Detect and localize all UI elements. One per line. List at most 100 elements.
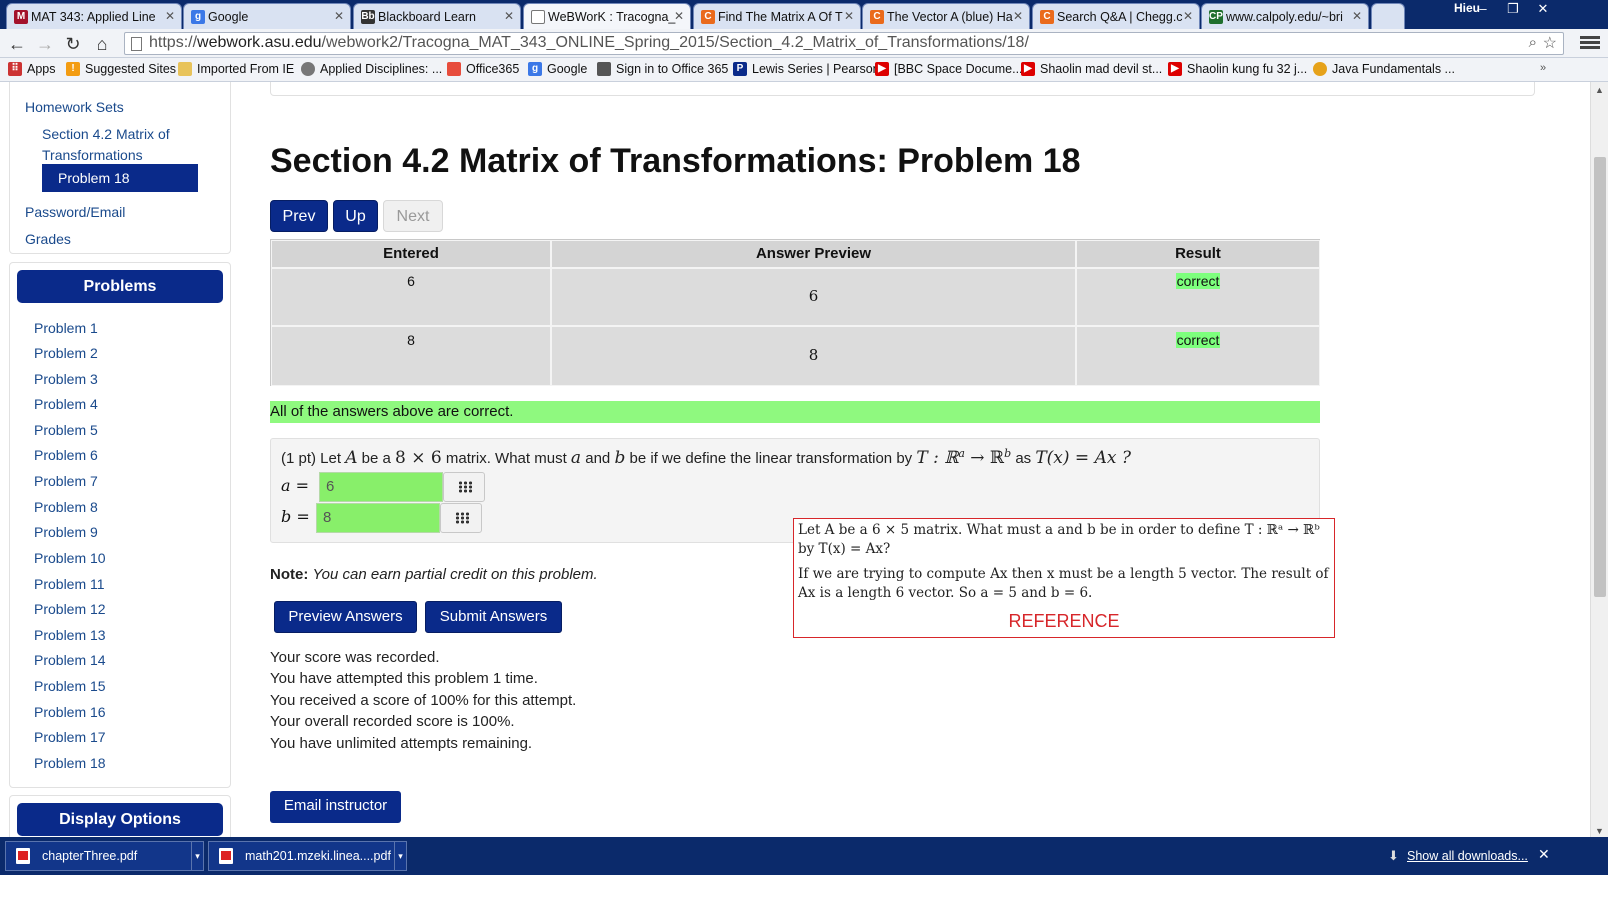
download-item[interactable]: math201.mzeki.linea....pdf ▾ bbox=[208, 841, 407, 871]
chevron-down-icon[interactable]: ▾ bbox=[191, 842, 203, 870]
sidebar-nav-box: Homework Sets Section 4.2 Matrix of Tran… bbox=[9, 82, 231, 254]
bookmark-office365-signin[interactable]: Sign in to Office 365 bbox=[597, 62, 728, 76]
sidebar-item-set-name[interactable]: Section 4.2 Matrix of bbox=[42, 126, 170, 142]
answer-input-b[interactable]: 8 bbox=[316, 503, 440, 533]
problem-link[interactable]: Problem 1 bbox=[34, 320, 98, 336]
problem-link[interactable]: Problem 12 bbox=[34, 601, 106, 617]
vertical-scrollbar[interactable]: ▲ ▼ bbox=[1590, 82, 1608, 840]
sidebar-item-password-email[interactable]: Password/Email bbox=[25, 204, 125, 220]
asu-icon: M bbox=[14, 10, 28, 24]
prev-button[interactable]: Prev bbox=[270, 200, 328, 232]
tab-calpoly[interactable]: CP www.calpoly.edu/~bri ✕ bbox=[1201, 3, 1369, 29]
problem-link[interactable]: Problem 2 bbox=[34, 345, 98, 361]
problem-link[interactable]: Problem 8 bbox=[34, 499, 98, 515]
score-message: Your overall recorded score is 100%. bbox=[270, 713, 515, 730]
close-tab-icon[interactable]: ✕ bbox=[844, 9, 854, 23]
problem-link[interactable]: Problem 10 bbox=[34, 550, 106, 566]
problem-link[interactable]: Problem 17 bbox=[34, 729, 106, 745]
close-window-icon[interactable]: ✕ bbox=[1528, 0, 1558, 20]
math-keyboard-button[interactable] bbox=[440, 503, 482, 533]
problem-link[interactable]: Problem 4 bbox=[34, 396, 98, 412]
bookmark-office365[interactable]: Office365 bbox=[447, 62, 519, 76]
keypad-icon bbox=[458, 481, 472, 493]
display-options-panel: Display Options bbox=[9, 795, 231, 840]
problem-link[interactable]: Problem 15 bbox=[34, 678, 106, 694]
sidebar-item-current-problem[interactable]: Problem 18 bbox=[42, 164, 198, 192]
zoom-icon[interactable]: ⌕ bbox=[1529, 34, 1537, 51]
problem-link[interactable]: Problem 7 bbox=[34, 473, 98, 489]
page-icon bbox=[531, 10, 545, 24]
problem-link[interactable]: Problem 18 bbox=[34, 755, 106, 771]
up-button[interactable]: Up bbox=[333, 200, 378, 232]
answer-label-b: b = bbox=[281, 507, 310, 526]
show-all-downloads-link[interactable]: Show all downloads... bbox=[1407, 849, 1528, 863]
answer-input-a[interactable]: 6 bbox=[319, 472, 443, 502]
preview-answers-button[interactable]: Preview Answers bbox=[274, 601, 417, 633]
chegg-icon: C bbox=[1040, 10, 1054, 24]
tab-chegg-vector[interactable]: C The Vector A (blue) Ha ✕ bbox=[862, 3, 1030, 29]
tab-chegg-matrix[interactable]: C Find The Matrix A Of T ✕ bbox=[693, 3, 861, 29]
bookmark-suggested-sites[interactable]: ! Suggested Sites bbox=[66, 62, 176, 76]
sidebar-item-homework-sets[interactable]: Homework Sets bbox=[25, 99, 124, 115]
submit-answers-button[interactable]: Submit Answers bbox=[425, 601, 562, 633]
blackboard-icon: Bb bbox=[361, 10, 375, 24]
scroll-up-icon[interactable]: ▲ bbox=[1595, 85, 1604, 95]
problem-link[interactable]: Problem 3 bbox=[34, 371, 98, 387]
close-tab-icon[interactable]: ✕ bbox=[334, 9, 344, 23]
folder-icon bbox=[178, 62, 192, 76]
bookmark-imported-from-ie[interactable]: Imported From IE bbox=[178, 62, 294, 76]
home-icon[interactable]: ⌂ bbox=[91, 33, 113, 55]
math-keyboard-button[interactable] bbox=[443, 472, 485, 502]
chrome-menu-icon[interactable] bbox=[1580, 34, 1600, 52]
tab-webwork[interactable]: WeBWorK : Tracogna_ ✕ bbox=[523, 3, 691, 29]
close-icon[interactable]: ✕ bbox=[1538, 846, 1550, 863]
scroll-down-icon[interactable]: ▼ bbox=[1595, 826, 1604, 836]
problem-link[interactable]: Problem 16 bbox=[34, 704, 106, 720]
reference-label: REFERENCE bbox=[1008, 611, 1120, 631]
address-bar[interactable]: https://webwork.asu.edu/webwork2/Tracogn… bbox=[124, 32, 1564, 55]
bookmark-bbc-space[interactable]: ▶ [BBC Space Docume... bbox=[875, 62, 1023, 76]
restore-icon[interactable]: ❐ bbox=[1498, 0, 1528, 20]
close-tab-icon[interactable]: ✕ bbox=[1352, 9, 1362, 23]
sidebar-item-set-name-cont[interactable]: Transformations bbox=[42, 147, 143, 163]
tab-blackboard[interactable]: Bb Blackboard Learn ✕ bbox=[353, 3, 521, 29]
back-icon[interactable]: ← bbox=[6, 33, 28, 55]
correct-badge: correct bbox=[1175, 332, 1221, 348]
forward-icon[interactable]: → bbox=[34, 33, 56, 55]
reference-question: Let A be a 6 × 5 matrix. What must a and… bbox=[798, 522, 1320, 557]
star-icon[interactable]: ☆ bbox=[1543, 33, 1557, 53]
close-tab-icon[interactable]: ✕ bbox=[674, 9, 684, 23]
email-instructor-button[interactable]: Email instructor bbox=[270, 791, 401, 823]
bookmark-apps[interactable]: ⠿ Apps bbox=[8, 62, 56, 76]
scrollbar-thumb[interactable] bbox=[1594, 157, 1606, 597]
problem-link[interactable]: Problem 9 bbox=[34, 524, 98, 540]
tab-chegg-search[interactable]: C Search Q&A | Chegg.c ✕ bbox=[1032, 3, 1200, 29]
download-item[interactable]: chapterThree.pdf ▾ bbox=[5, 841, 204, 871]
bookmark-pearson[interactable]: P Lewis Series | Pearson bbox=[733, 62, 880, 76]
bookmark-applied-disciplines[interactable]: Applied Disciplines: ... bbox=[301, 62, 442, 76]
more-bookmarks-icon[interactable]: » bbox=[1540, 62, 1546, 74]
close-tab-icon[interactable]: ✕ bbox=[1183, 9, 1193, 23]
sidebar-item-grades[interactable]: Grades bbox=[25, 231, 71, 247]
chevron-down-icon[interactable]: ▾ bbox=[394, 842, 406, 870]
pdf-icon bbox=[16, 848, 30, 864]
tab-mat343[interactable]: M MAT 343: Applied Line ✕ bbox=[6, 3, 182, 29]
problem-link[interactable]: Problem 14 bbox=[34, 652, 106, 668]
bookmark-java-fundamentals[interactable]: Java Fundamentals ... bbox=[1313, 62, 1455, 76]
bookmark-google[interactable]: g Google bbox=[528, 62, 587, 76]
close-tab-icon[interactable]: ✕ bbox=[504, 9, 514, 23]
bookmark-shaolin-devil[interactable]: ▶ Shaolin mad devil st... bbox=[1021, 62, 1162, 76]
close-tab-icon[interactable]: ✕ bbox=[1013, 9, 1023, 23]
next-button[interactable]: Next bbox=[383, 200, 443, 232]
reload-icon[interactable]: ↻ bbox=[62, 33, 84, 55]
tab-google[interactable]: g Google ✕ bbox=[183, 3, 351, 29]
minimize-icon[interactable]: – bbox=[1468, 0, 1498, 20]
correct-badge: correct bbox=[1175, 273, 1221, 289]
problem-link[interactable]: Problem 11 bbox=[34, 576, 105, 592]
problem-link[interactable]: Problem 6 bbox=[34, 447, 98, 463]
problem-link[interactable]: Problem 13 bbox=[34, 627, 106, 643]
new-tab-button[interactable] bbox=[1371, 3, 1405, 29]
close-tab-icon[interactable]: ✕ bbox=[165, 9, 175, 23]
bookmark-shaolin-kungfu[interactable]: ▶ Shaolin kung fu 32 j... bbox=[1168, 62, 1307, 76]
problem-link[interactable]: Problem 5 bbox=[34, 422, 98, 438]
